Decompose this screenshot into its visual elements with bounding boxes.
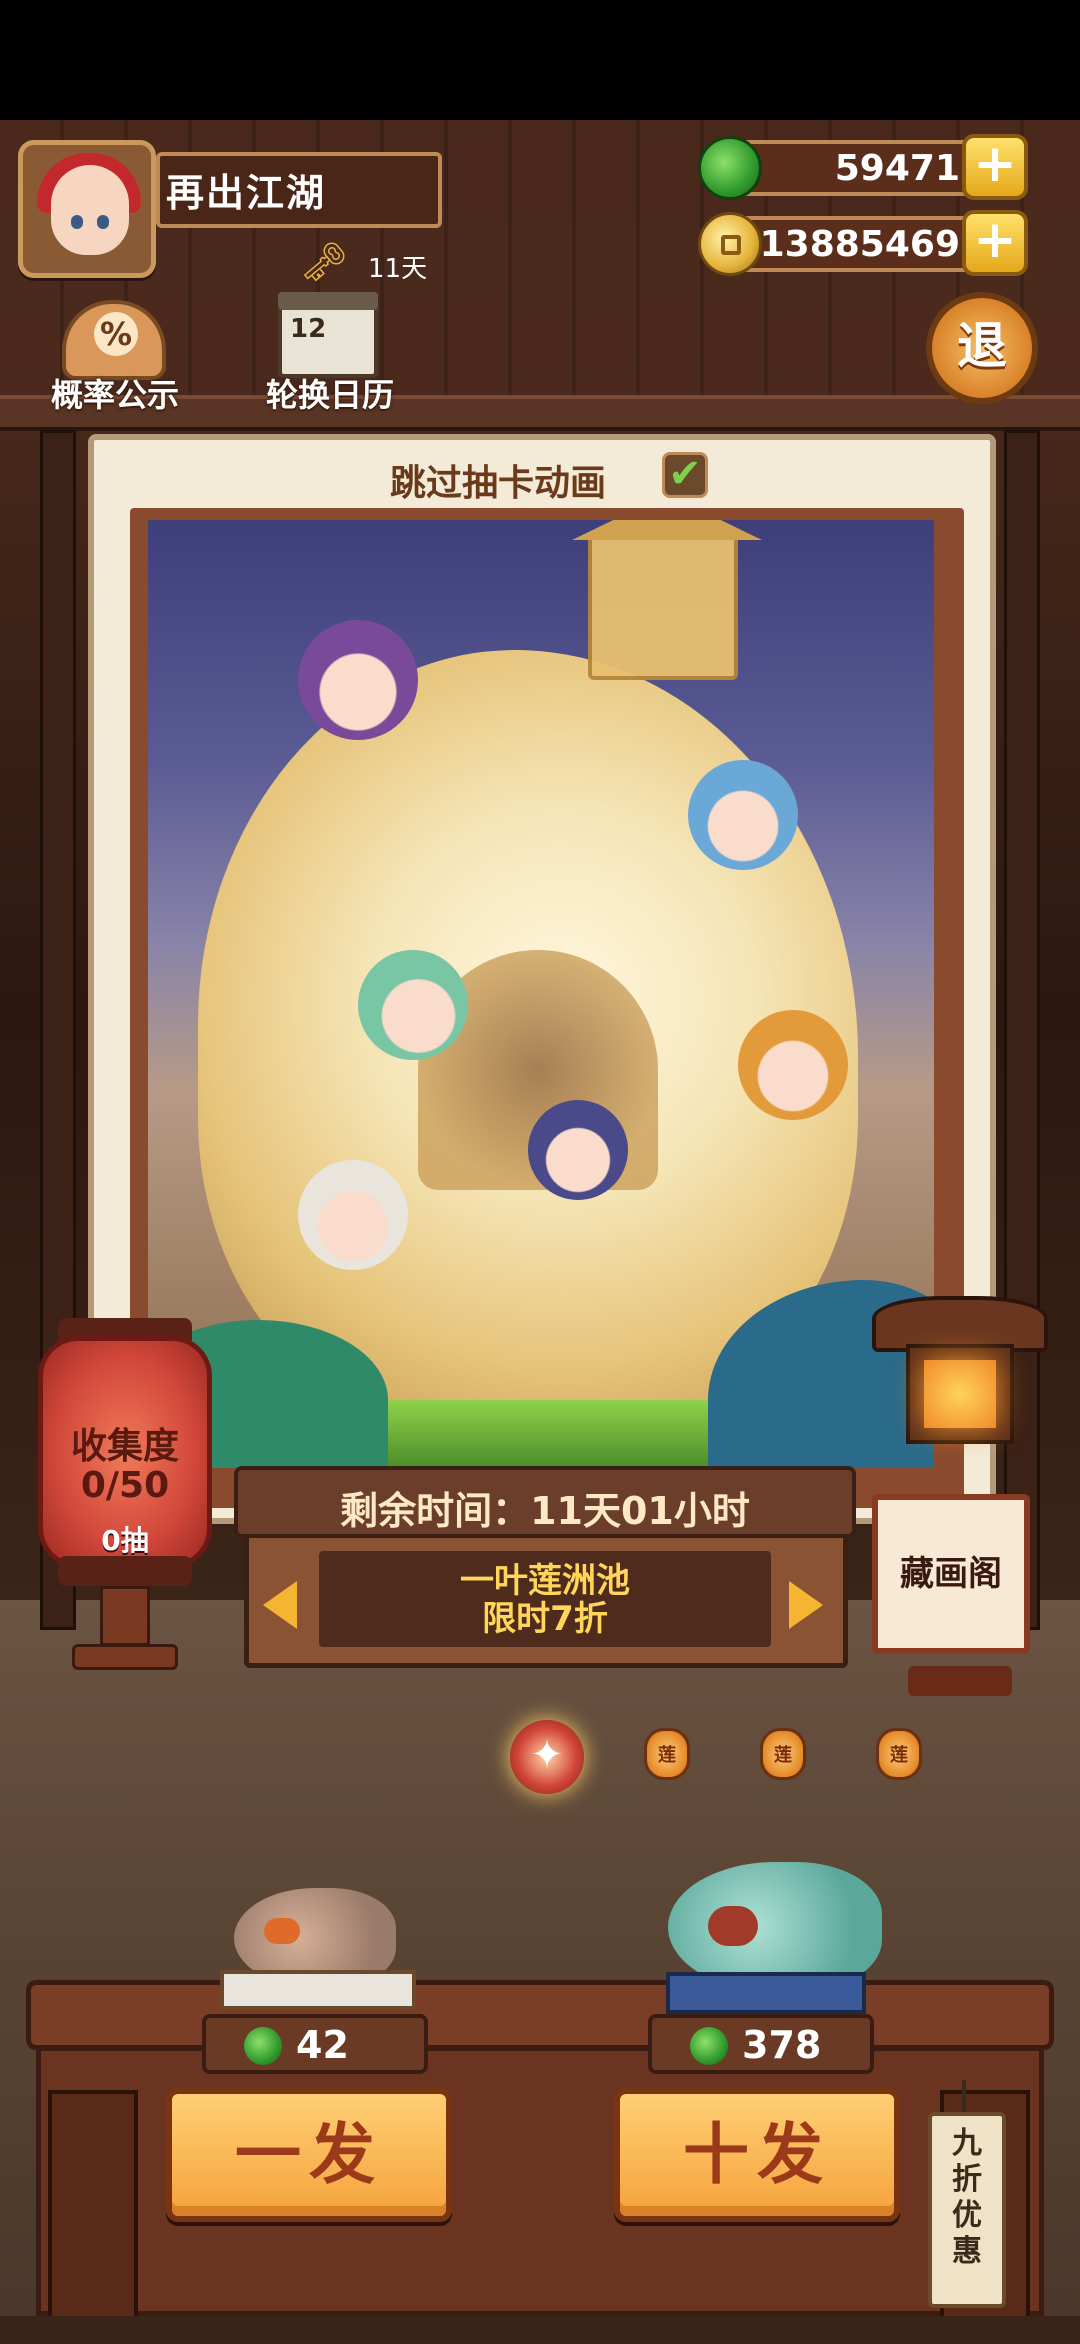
jade-amount: 59471 bbox=[834, 148, 960, 189]
calendar-label[interactable]: 轮换日历 bbox=[250, 370, 410, 416]
tag-string bbox=[962, 2080, 966, 2116]
lantern-base bbox=[72, 1644, 178, 1670]
ten-pull-cost-value: 378 bbox=[742, 2023, 822, 2067]
single-pull-button[interactable]: 一发 bbox=[166, 2088, 452, 2222]
coin-amount: 13885469 bbox=[759, 224, 960, 265]
character-blue-hair bbox=[688, 760, 798, 870]
gallery-button[interactable]: 藏画阁 bbox=[872, 1494, 1030, 1654]
book-stand bbox=[220, 1970, 416, 2010]
lantern-glyph: 莲 bbox=[890, 1745, 908, 1766]
gallery-base bbox=[908, 1666, 1012, 1696]
pillar-right bbox=[1004, 430, 1040, 1630]
collection-pulls: 0抽 bbox=[101, 1524, 149, 1557]
remaining-time: 剩余时间：11天01小时 bbox=[340, 1489, 750, 1533]
pool-selector: 一叶莲洲池 限时7折 bbox=[244, 1532, 848, 1668]
discount-tag-char: 折 bbox=[952, 2162, 982, 2197]
status-bar bbox=[0, 0, 1080, 120]
gallery-label: 藏画阁 bbox=[900, 1554, 1002, 1594]
lantern-glyph: 莲 bbox=[774, 1745, 792, 1766]
rooftop-house bbox=[572, 520, 762, 680]
character-white-hair bbox=[298, 1160, 408, 1270]
collection-title: 收集度 bbox=[70, 1426, 179, 1467]
calendar-number: 12 bbox=[290, 314, 327, 344]
ten-pull-button[interactable]: 十发 bbox=[614, 2088, 900, 2222]
calendar-icon[interactable]: 12 bbox=[278, 292, 378, 378]
jade-icon bbox=[698, 136, 762, 200]
discount-tag-char: 惠 bbox=[952, 2234, 982, 2269]
discount-tag-char: 优 bbox=[952, 2198, 982, 2233]
house-roof bbox=[572, 520, 762, 540]
key-icon: 🗝 bbox=[300, 240, 349, 284]
player-name: 再出江湖 bbox=[166, 171, 327, 215]
lantern-cap bbox=[58, 1556, 192, 1586]
lantern-glyph: 莲 bbox=[658, 1745, 676, 1766]
coin-hole bbox=[721, 235, 741, 255]
ten-pull-cost: 378 bbox=[648, 2014, 874, 2074]
counter-top bbox=[26, 1980, 1054, 2050]
collection-lantern[interactable]: 收集度 0/50 0抽 bbox=[38, 1336, 212, 1568]
pool-name: 一叶莲洲池 bbox=[460, 1561, 630, 1601]
character-navy-hair bbox=[528, 1100, 628, 1200]
timer-board: 剩余时间：11天01小时 bbox=[234, 1466, 856, 1538]
pool-artwork bbox=[148, 520, 934, 1468]
pool-discount: 限时7折 bbox=[482, 1599, 608, 1639]
key-days: 11天 bbox=[368, 254, 428, 284]
gallery-lamp bbox=[906, 1344, 1014, 1444]
fish-eye bbox=[708, 1906, 758, 1946]
counter-post bbox=[48, 2090, 138, 2320]
avatar[interactable] bbox=[18, 140, 156, 278]
avatar-face bbox=[51, 165, 129, 255]
fish-eye bbox=[264, 1918, 300, 1944]
pool-indicator[interactable]: 莲 bbox=[644, 1728, 690, 1780]
collection-progress: 0/50 bbox=[80, 1465, 170, 1506]
exit-button[interactable]: 退 bbox=[926, 292, 1038, 404]
single-pull-cost-value: 42 bbox=[296, 2023, 349, 2067]
character-green-hair bbox=[358, 950, 468, 1060]
skip-animation-checkbox[interactable]: ✔ bbox=[662, 452, 708, 498]
pool-indicator[interactable]: 莲 bbox=[760, 1728, 806, 1780]
book-stand bbox=[666, 1972, 866, 2014]
calendar-binding bbox=[278, 292, 378, 310]
pool-info: 一叶莲洲池 限时7折 bbox=[319, 1551, 771, 1647]
percent-icon: % bbox=[94, 312, 138, 356]
jade-icon bbox=[690, 2027, 728, 2065]
next-pool-button[interactable] bbox=[789, 1581, 823, 1629]
add-coins-button[interactable]: + bbox=[962, 210, 1028, 276]
character-purple-hair bbox=[298, 620, 418, 740]
probability-label[interactable]: 概率公示 bbox=[40, 370, 190, 416]
discount-tag-char: 九 bbox=[952, 2126, 982, 2161]
discount-tag: 九折优惠 bbox=[928, 2112, 1006, 2308]
add-jade-button[interactable]: + bbox=[962, 134, 1028, 200]
lantern-stand bbox=[100, 1586, 150, 1646]
coin-icon bbox=[698, 212, 762, 276]
skip-animation-label[interactable]: 跳过抽卡动画 bbox=[390, 454, 606, 506]
discount-tag-text: 九折优惠 bbox=[932, 2126, 1002, 2270]
pool-indicator[interactable]: 莲 bbox=[876, 1728, 922, 1780]
player-name-plate: 再出江湖 bbox=[156, 152, 442, 228]
pool-indicator-active[interactable]: ✦ bbox=[510, 1720, 584, 1794]
bottom-edge bbox=[0, 2316, 1080, 2344]
star-icon: ✦ bbox=[530, 1732, 564, 1778]
previous-pool-button[interactable] bbox=[263, 1581, 297, 1629]
jade-icon bbox=[244, 2027, 282, 2065]
lamp-light bbox=[924, 1360, 996, 1428]
avatar-eye bbox=[97, 215, 109, 229]
character-orange-hair bbox=[738, 1010, 848, 1120]
avatar-eye bbox=[71, 215, 83, 229]
single-pull-cost: 42 bbox=[202, 2014, 428, 2074]
